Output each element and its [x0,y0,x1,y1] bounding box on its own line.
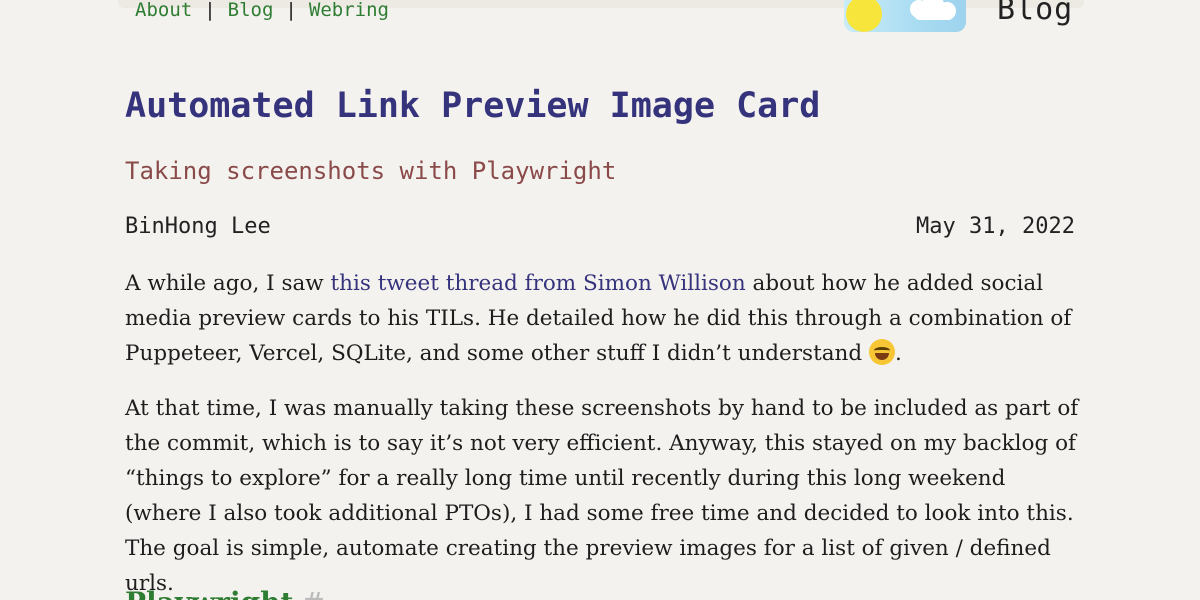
nav-link-webring[interactable]: Webring [309,0,389,21]
post-author: BinHong Lee [125,214,271,239]
sun-cloud-logo-icon[interactable] [844,0,966,32]
post-subtitle: Taking screenshots with Playwright [125,157,617,185]
sun-icon [846,0,882,32]
nav-link-blog[interactable]: Blog [228,0,274,21]
site-brand[interactable]: Blog [997,0,1073,27]
section-anchor-link[interactable]: # [301,586,324,600]
section-heading: Playwright # [125,586,325,600]
post-meta: BinHong Lee May 31, 2022 [125,214,1075,239]
nav-link-about[interactable]: About [135,0,192,21]
nav-separator: | [285,0,297,21]
cloud-icon [914,8,954,20]
section-heading-text: Playwright [125,586,293,600]
main-nav: About | Blog | Webring [135,0,389,24]
post-date: May 31, 2022 [916,214,1075,239]
post-title: Automated Link Preview Image Card [125,86,821,126]
paragraph-text: A while ago, I saw [125,271,331,296]
tweet-thread-link[interactable]: this tweet thread from Simon Willison [331,271,746,296]
paragraph-text: . [895,341,902,366]
nav-separator: | [204,0,216,21]
paragraph: At that time, I was manually taking thes… [125,396,1079,596]
post-content: A while ago, I saw this tweet thread fro… [125,266,1083,600]
paragraph: A while ago, I saw this tweet thread fro… [125,266,1083,371]
sweat-smile-emoji-icon [869,339,895,365]
